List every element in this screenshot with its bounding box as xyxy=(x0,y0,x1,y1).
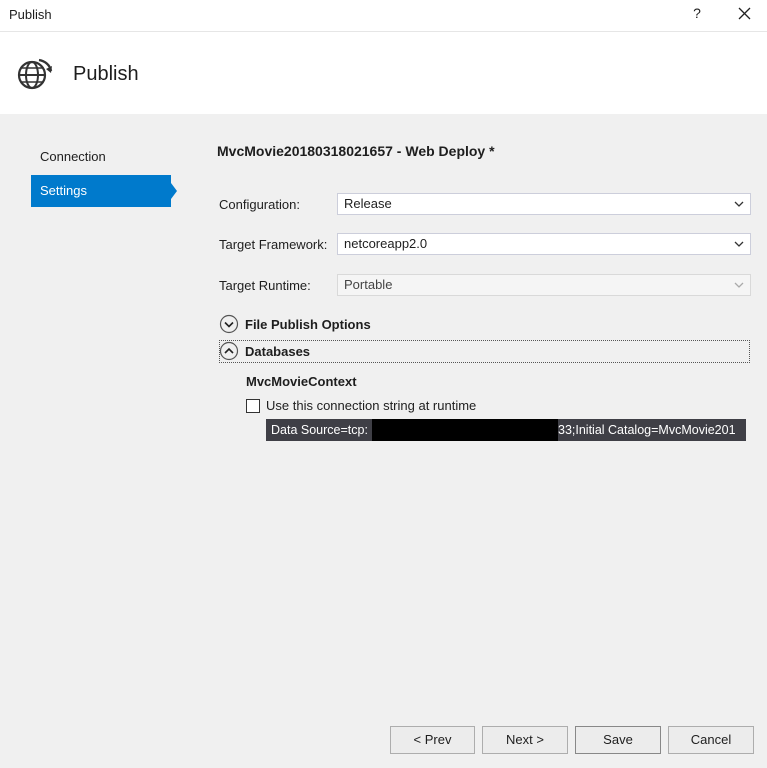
next-button[interactable]: Next > xyxy=(482,726,568,754)
cancel-button[interactable]: Cancel xyxy=(668,726,754,754)
target-framework-value: netcoreapp2.0 xyxy=(344,236,428,251)
expand-chevron-icon xyxy=(219,314,239,334)
configuration-label: Configuration: xyxy=(219,197,300,212)
file-publish-options-label: File Publish Options xyxy=(245,317,371,332)
use-connection-string-checkbox[interactable] xyxy=(246,399,260,413)
target-framework-label: Target Framework: xyxy=(219,237,328,252)
close-button[interactable] xyxy=(734,4,754,24)
help-button[interactable]: ? xyxy=(690,5,704,21)
sidebar-item-connection[interactable]: Connection xyxy=(31,141,177,173)
chevron-down-icon xyxy=(734,282,744,288)
configuration-select[interactable]: Release xyxy=(337,193,751,215)
target-runtime-label: Target Runtime: xyxy=(219,278,311,293)
databases-label: Databases xyxy=(245,344,311,359)
connection-string-prefix: Data Source=tcp: xyxy=(271,423,368,437)
use-connection-string-label[interactable]: Use this connection string at runtime xyxy=(266,398,476,413)
target-framework-select[interactable]: netcoreapp2.0 xyxy=(337,233,751,255)
save-button[interactable]: Save xyxy=(575,726,661,754)
chevron-down-icon xyxy=(734,241,744,247)
profile-title: MvcMovie20180318021657 - Web Deploy * xyxy=(217,143,495,159)
db-context-name: MvcMovieContext xyxy=(246,374,357,389)
publish-globe-icon xyxy=(17,58,53,90)
prev-button[interactable]: < Prev xyxy=(390,726,475,754)
sidebar-nav: Connection Settings xyxy=(31,141,177,207)
connection-string-tooltip: Data Source=tcp: 33;Initial Catalog=MvcM… xyxy=(266,419,746,441)
connection-string-suffix: 33;Initial Catalog=MvcMovie201 xyxy=(558,423,736,437)
redaction-block xyxy=(372,419,558,441)
collapse-chevron-icon xyxy=(219,341,239,361)
sidebar-item-settings[interactable]: Settings xyxy=(31,175,177,207)
window-titlebar: Publish ? xyxy=(0,0,767,31)
configuration-value: Release xyxy=(344,196,392,211)
chevron-down-icon xyxy=(734,201,744,207)
page-title: Publish xyxy=(73,63,139,85)
close-icon xyxy=(738,7,751,20)
target-runtime-select[interactable]: Portable xyxy=(337,274,751,296)
dialog-header: Publish xyxy=(0,31,767,114)
target-runtime-value: Portable xyxy=(344,277,393,292)
window-title: Publish xyxy=(9,7,52,22)
